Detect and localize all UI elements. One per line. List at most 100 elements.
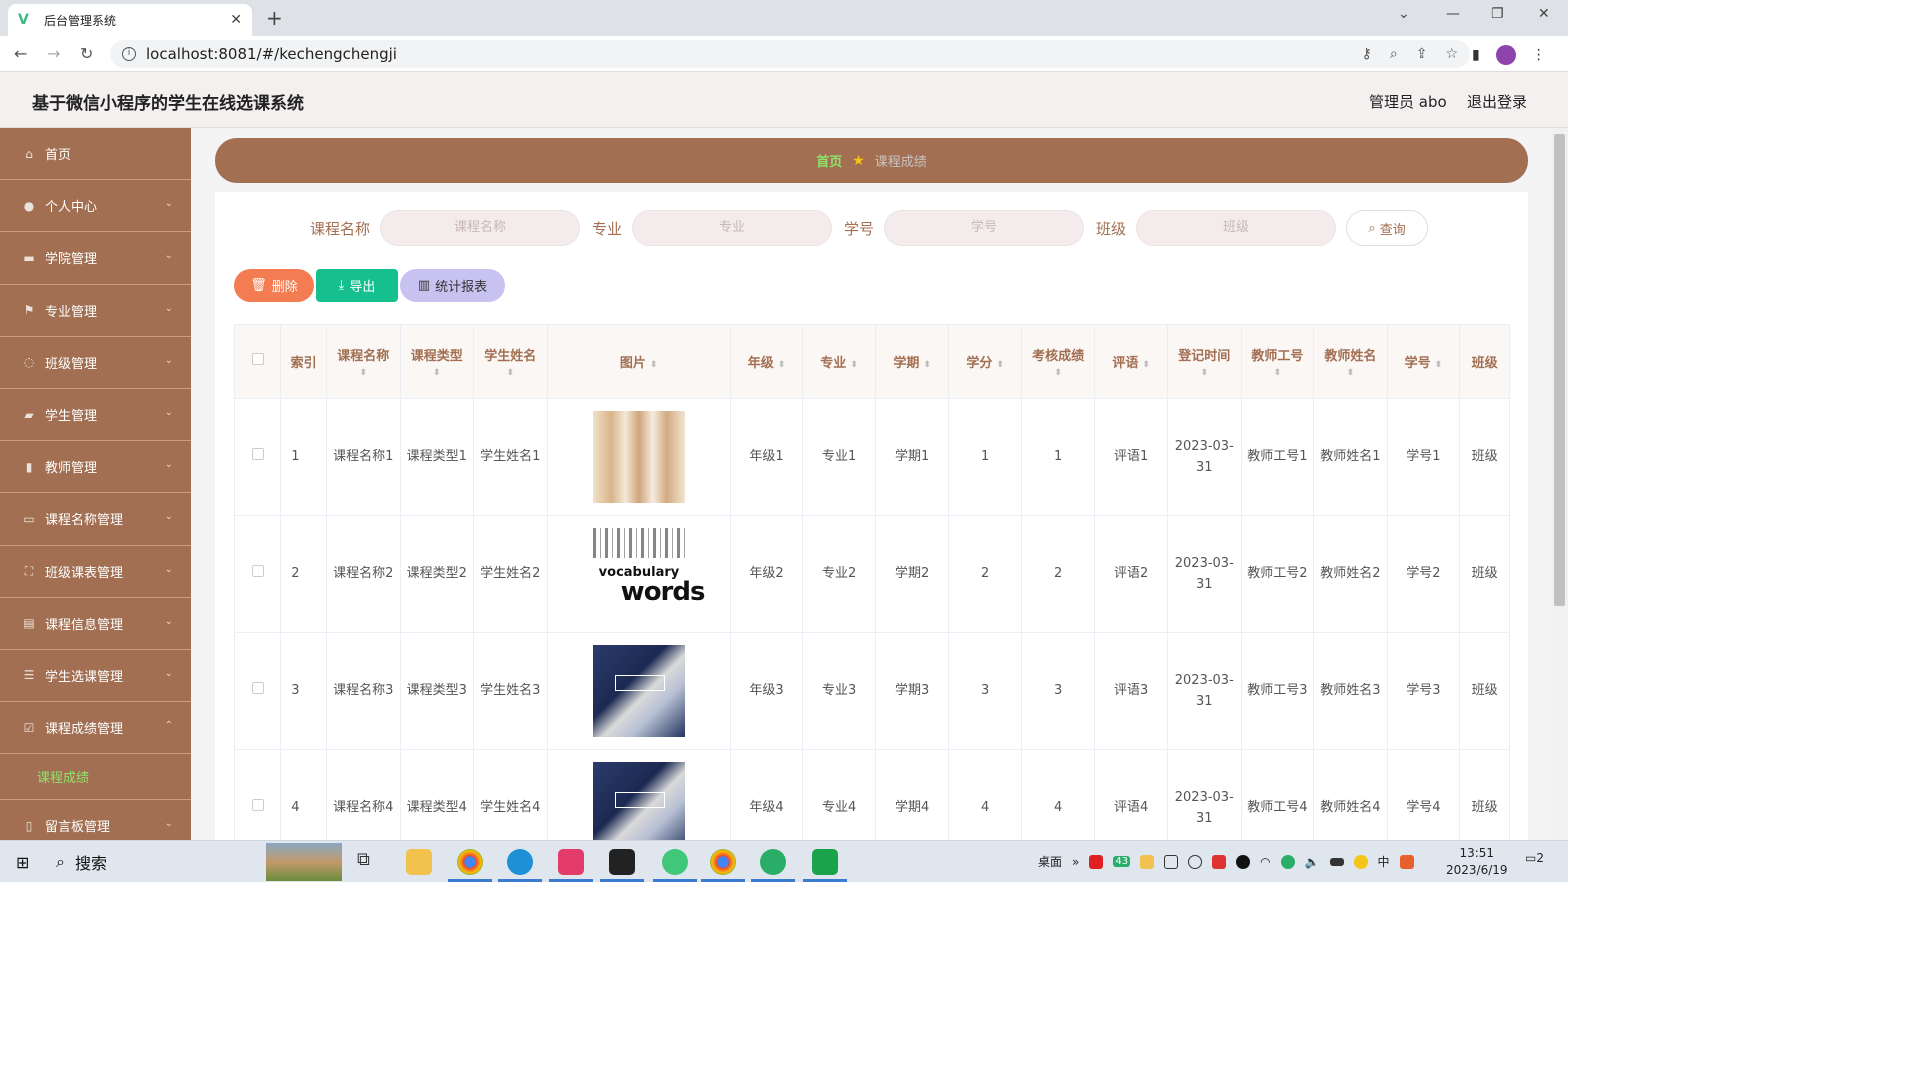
volume-icon[interactable]: 🔈 <box>1305 855 1320 869</box>
chevron-up-icon[interactable]: » <box>1072 855 1079 869</box>
sidebar-item-messages[interactable]: ▯ 留言板管理 ⌄ <box>0 800 191 840</box>
taskbar-search[interactable]: ⌕ 搜索 <box>56 849 264 875</box>
file-explorer-icon[interactable] <box>406 849 432 875</box>
class-input[interactable]: 班级 <box>1136 210 1337 246</box>
scrollbar-thumb[interactable] <box>1554 134 1565 606</box>
browser-tab[interactable]: V 后台管理系统 ✕ <box>8 4 252 36</box>
page-scrollbar[interactable] <box>1552 128 1568 840</box>
search-highlight-image[interactable] <box>266 843 342 881</box>
shield-icon[interactable] <box>1188 854 1203 869</box>
report-button[interactable]: ▥ 统计报表 <box>400 269 505 302</box>
edge-icon[interactable] <box>507 849 533 875</box>
menu-dots-icon[interactable]: ⋮ <box>1532 47 1546 63</box>
sidebar-item-class[interactable]: ◌ 班级管理 ⌄ <box>0 337 191 389</box>
desktop-label[interactable]: 桌面 <box>1038 853 1062 870</box>
profile-avatar[interactable] <box>1495 45 1516 65</box>
wechat-icon[interactable] <box>760 849 786 875</box>
col-teacher-name[interactable]: 教师姓名 ⬍ <box>1313 325 1388 399</box>
col-course[interactable]: 课程名称 ⬍ <box>326 325 401 399</box>
sidebar-item-course-info[interactable]: ▤ 课程信息管理 ⌄ <box>0 598 191 650</box>
back-icon[interactable]: ← <box>14 44 27 63</box>
task-view-icon[interactable]: ⧉ <box>357 849 383 875</box>
spreadsheet-icon[interactable] <box>812 849 838 875</box>
restore-icon[interactable]: ❐ <box>1491 6 1504 22</box>
youdao-icon[interactable] <box>1089 854 1104 869</box>
dancers-thumbnail[interactable] <box>592 410 685 503</box>
forward-icon[interactable]: → <box>47 44 60 63</box>
student-writing-thumbnail[interactable] <box>592 761 685 840</box>
windows-start-icon[interactable]: ⊞ <box>16 853 29 872</box>
select-all-checkbox[interactable] <box>235 325 282 399</box>
app-tray-icon[interactable] <box>1212 854 1227 869</box>
folder-icon[interactable] <box>1140 854 1155 869</box>
export-button[interactable]: ⤓ 导出 <box>316 269 398 302</box>
col-grade[interactable]: 年级 ⬍ <box>730 325 804 399</box>
sidebar-item-class-schedule[interactable]: ⛶ 班级课表管理 ⌄ <box>0 546 191 598</box>
query-button[interactable]: ⌕ 查询 <box>1346 210 1429 246</box>
tray-badge[interactable]: 43 <box>1113 856 1131 867</box>
sidebar-item-course-score[interactable]: ☑ 课程成绩管理 ⌃ <box>0 702 191 755</box>
sidebar-item-college[interactable]: ▬ 学院管理 ⌄ <box>0 232 191 285</box>
col-student-id[interactable]: 学号 ⬍ <box>1387 325 1461 399</box>
window-close-icon[interactable]: ✕ <box>1538 6 1550 22</box>
student-writing-thumbnail[interactable] <box>592 644 685 737</box>
col-image[interactable]: 图片 ⬍ <box>547 325 731 399</box>
reload-icon[interactable]: ↻ <box>80 44 93 63</box>
vocabulary-thumbnail[interactable]: vocabulary words <box>592 527 705 620</box>
url-bar[interactable]: i localhost:8081/#/kechengchengji ⚷ ⌕ ⇪ … <box>110 40 1470 68</box>
student-id-input[interactable]: 学号 <box>884 210 1085 246</box>
row-checkbox[interactable] <box>235 398 282 516</box>
row-checkbox[interactable] <box>235 749 282 840</box>
sogou-icon[interactable] <box>1399 854 1414 869</box>
row-checkbox[interactable] <box>235 632 282 750</box>
new-tab-icon[interactable]: + <box>266 6 283 30</box>
col-credit[interactable]: 学分 ⬍ <box>948 325 1022 399</box>
battery-icon[interactable] <box>1329 857 1344 866</box>
breadcrumb-home[interactable]: 首页 <box>816 151 842 170</box>
sidebar-item-major[interactable]: ⚑ 专业管理 ⌄ <box>0 285 191 337</box>
side-panel-icon[interactable]: ▮ <box>1472 47 1480 63</box>
ime-icon[interactable]: 中 <box>1378 853 1390 870</box>
zoom-icon[interactable]: ⌕ <box>1390 46 1398 62</box>
qq-icon[interactable] <box>1236 854 1251 869</box>
wechat-tray-icon[interactable] <box>1280 854 1295 869</box>
sidebar-item-course-selection[interactable]: ☰ 学生选课管理 ⌄ <box>0 650 191 703</box>
notification-center[interactable]: ▭2 <box>1525 851 1544 865</box>
close-tab-icon[interactable]: ✕ <box>230 12 242 28</box>
delete-button[interactable]: 🗑 删除 <box>234 269 314 302</box>
col-teacher-id[interactable]: 教师工号 ⬍ <box>1241 325 1315 399</box>
sidebar-item-course-name[interactable]: ▭ 课程名称管理 ⌄ <box>0 493 191 546</box>
col-score[interactable]: 考核成绩 ⬍ <box>1021 325 1096 399</box>
sidebar-item-profile[interactable]: ● 个人中心 ⌄ <box>0 180 191 233</box>
intellij-icon[interactable] <box>558 849 584 875</box>
course-name-input[interactable]: 课程名称 <box>380 210 581 246</box>
row-checkbox[interactable] <box>235 515 282 633</box>
logout-link[interactable]: 退出登录 <box>1467 91 1527 112</box>
sidebar-subitem-course-score[interactable]: 课程成绩 <box>0 754 191 801</box>
tab-search-icon[interactable]: ⌄ <box>1398 6 1410 22</box>
sidebar-item-student[interactable]: ▰ 学生管理 ⌄ <box>0 389 191 442</box>
sidebar-item-home[interactable]: ⌂ 首页 <box>0 128 191 181</box>
chrome-icon[interactable] <box>457 849 483 875</box>
col-term[interactable]: 学期 ⬍ <box>875 325 950 399</box>
col-major[interactable]: 专业 ⬍ <box>802 325 876 399</box>
col-student[interactable]: 学生姓名 ⬍ <box>473 325 548 399</box>
col-class[interactable]: 班级 <box>1459 325 1510 399</box>
bookmark-star-icon[interactable]: ☆ <box>1445 46 1458 62</box>
col-date[interactable]: 登记时间 ⬍ <box>1167 325 1242 399</box>
minimize-icon[interactable]: — <box>1446 6 1460 22</box>
wifi-icon[interactable]: ◠ <box>1260 855 1270 869</box>
bulb-icon[interactable] <box>1353 854 1368 869</box>
settings-icon[interactable] <box>1164 854 1179 869</box>
col-type[interactable]: 课程类型 ⬍ <box>400 325 475 399</box>
col-comment[interactable]: 评语 ⬍ <box>1094 325 1168 399</box>
site-info-icon[interactable]: i <box>122 47 136 61</box>
sidebar-item-teacher[interactable]: ▮ 教师管理 ⌄ <box>0 441 191 494</box>
major-input[interactable]: 专业 <box>632 210 833 246</box>
system-clock[interactable]: 13:51 2023/6/19 <box>1446 845 1508 879</box>
key-icon[interactable]: ⚷ <box>1362 46 1372 62</box>
share-icon[interactable]: ⇪ <box>1416 46 1428 62</box>
chrome-icon[interactable] <box>710 849 736 875</box>
terminal-icon[interactable] <box>609 849 635 875</box>
wechat-devtools-icon[interactable] <box>662 849 688 875</box>
